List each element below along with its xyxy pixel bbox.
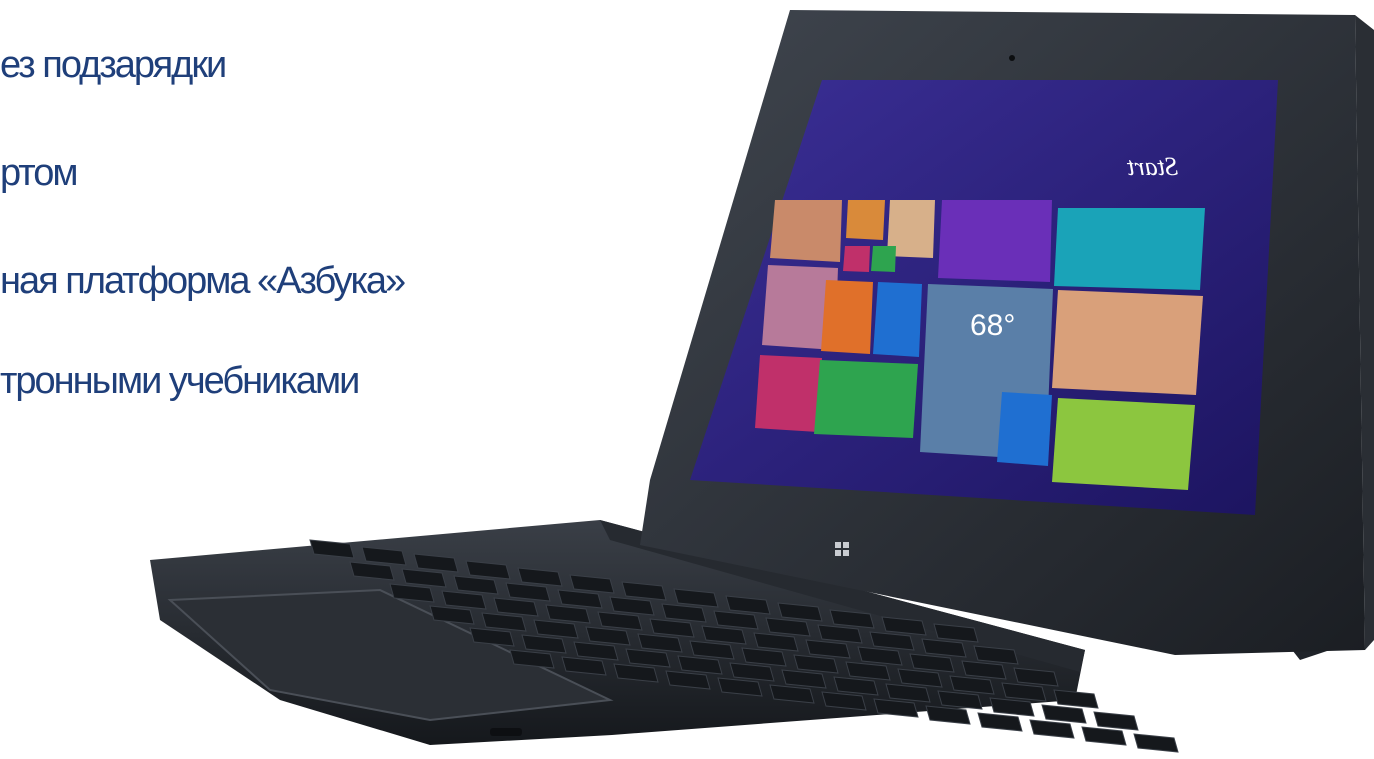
keyboard-key — [1041, 704, 1087, 724]
camera-icon — [1009, 55, 1015, 61]
keyboard-key — [925, 705, 971, 725]
keyboard-key — [1029, 719, 1075, 739]
tile-xbox — [871, 246, 896, 272]
keyboard-key — [1133, 733, 1179, 753]
tile-faces — [1052, 290, 1203, 395]
tile-lime — [1052, 398, 1195, 490]
tile-onedrive — [997, 392, 1052, 466]
tile-news — [1054, 208, 1205, 290]
keyboard-key — [977, 712, 1023, 732]
tile-games — [814, 360, 918, 438]
start-label: Start — [1127, 152, 1178, 181]
usb-port — [490, 728, 522, 736]
tile-people-small — [846, 200, 885, 240]
tile-office — [821, 280, 873, 354]
tile-photo — [770, 200, 842, 262]
keyboard-key — [1053, 689, 1099, 709]
tablet: Start 68° — [640, 10, 1374, 655]
weather-temp: 68° — [970, 309, 1015, 342]
tile-store — [843, 246, 870, 272]
tile-calendar — [938, 200, 1052, 282]
tile-ie — [873, 282, 922, 357]
tablet-with-keyboard-image: Start 68° — [150, 10, 1374, 753]
tile-magenta — [755, 355, 822, 432]
keyboard-key — [1093, 711, 1139, 731]
keyboard-key — [1081, 726, 1127, 746]
